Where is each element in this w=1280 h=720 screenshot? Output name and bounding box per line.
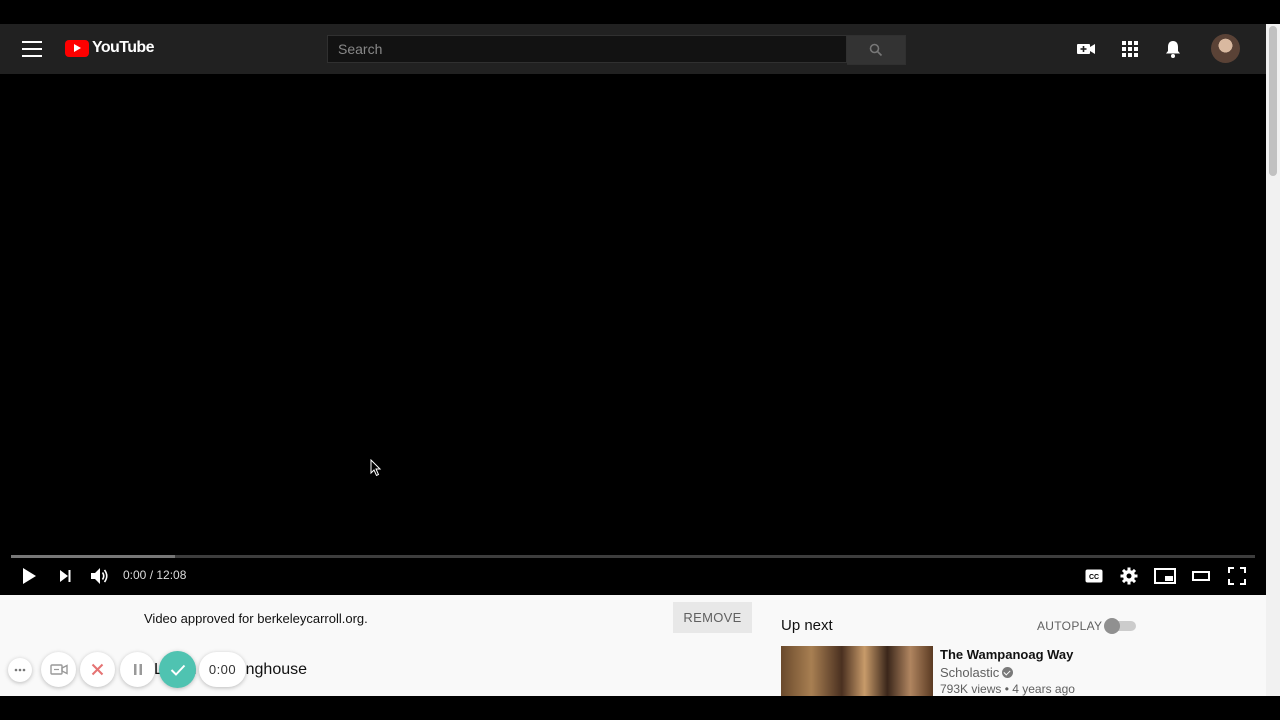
player-controls: 0:00 / 12:08 CC bbox=[0, 563, 1266, 589]
logo-text: YouTube bbox=[92, 39, 154, 56]
video-player[interactable]: 0:00 / 12:08 CC bbox=[0, 74, 1266, 595]
time-display: 0:00 / 12:08 bbox=[123, 568, 187, 582]
menu-icon[interactable] bbox=[22, 41, 42, 57]
miniplayer-icon bbox=[1154, 568, 1176, 584]
fullscreen-button[interactable] bbox=[1224, 563, 1250, 589]
volume-button[interactable] bbox=[87, 563, 113, 589]
settings-button[interactable] bbox=[1116, 563, 1142, 589]
theater-mode-button[interactable] bbox=[1188, 563, 1214, 589]
pause-icon bbox=[133, 664, 142, 675]
play-logo-icon bbox=[65, 39, 89, 57]
search-button[interactable] bbox=[847, 35, 906, 65]
finish-recording-button[interactable] bbox=[159, 651, 196, 688]
closed-captions-icon: CC bbox=[1085, 569, 1103, 583]
search-input[interactable] bbox=[327, 35, 847, 63]
autoplay-label: AUTOPLAY bbox=[1037, 619, 1103, 633]
approval-message: Video approved for berkeleycarroll.org. bbox=[144, 611, 368, 626]
search-icon bbox=[869, 43, 883, 57]
channel-name[interactable]: Scholastic bbox=[940, 665, 999, 680]
camera-button[interactable] bbox=[41, 652, 76, 687]
toggle-knob bbox=[1104, 618, 1120, 634]
youtube-logo[interactable]: YouTube bbox=[65, 39, 154, 57]
avatar[interactable] bbox=[1211, 34, 1240, 63]
play-icon bbox=[23, 568, 36, 584]
search-box bbox=[327, 35, 906, 65]
captions-button[interactable]: CC bbox=[1081, 563, 1107, 589]
more-dots-icon bbox=[14, 668, 26, 672]
recommendation-meta: 793K views • 4 years ago bbox=[940, 682, 1075, 696]
skip-next-icon bbox=[60, 570, 71, 582]
remove-button[interactable]: REMOVE bbox=[673, 602, 752, 633]
svg-text:CC: CC bbox=[1089, 574, 1099, 581]
miniplayer-button[interactable] bbox=[1152, 563, 1178, 589]
masthead: YouTube bbox=[0, 24, 1266, 74]
fullscreen-icon bbox=[1228, 567, 1246, 585]
scrollbar-thumb[interactable] bbox=[1269, 26, 1277, 176]
next-button[interactable] bbox=[52, 563, 78, 589]
create-video-icon[interactable] bbox=[1076, 39, 1096, 59]
progress-bar[interactable] bbox=[11, 555, 1255, 558]
mouse-cursor-icon bbox=[370, 459, 382, 477]
notifications-bell-icon[interactable] bbox=[1163, 39, 1183, 59]
more-options-button[interactable] bbox=[8, 658, 32, 682]
up-next-heading: Up next bbox=[781, 617, 833, 634]
check-icon bbox=[170, 664, 185, 676]
cancel-recording-button[interactable] bbox=[80, 652, 115, 687]
timer-text: 0:00 bbox=[208, 662, 237, 677]
recommendation-thumbnail[interactable] bbox=[781, 646, 933, 696]
buffered-bar bbox=[11, 555, 176, 558]
top-frame bbox=[0, 0, 1280, 24]
close-icon bbox=[91, 663, 104, 676]
pause-recording-button[interactable] bbox=[120, 652, 155, 687]
verified-badge-icon bbox=[1002, 667, 1014, 678]
apps-grid-icon[interactable] bbox=[1120, 39, 1140, 59]
play-button[interactable] bbox=[16, 563, 42, 589]
recommendation-channel[interactable]: Scholastic bbox=[940, 665, 1014, 680]
autoplay-toggle[interactable] bbox=[1104, 618, 1136, 634]
bottom-frame bbox=[0, 696, 1280, 720]
camera-off-icon bbox=[49, 664, 68, 675]
theater-mode-icon bbox=[1192, 571, 1210, 581]
recording-timer: 0:00 bbox=[199, 652, 246, 687]
settings-gear-icon bbox=[1120, 567, 1138, 585]
volume-icon bbox=[91, 568, 108, 584]
recommendation-title[interactable]: The Wampanoag Way bbox=[940, 647, 1073, 662]
page-scrollbar[interactable] bbox=[1266, 24, 1280, 696]
